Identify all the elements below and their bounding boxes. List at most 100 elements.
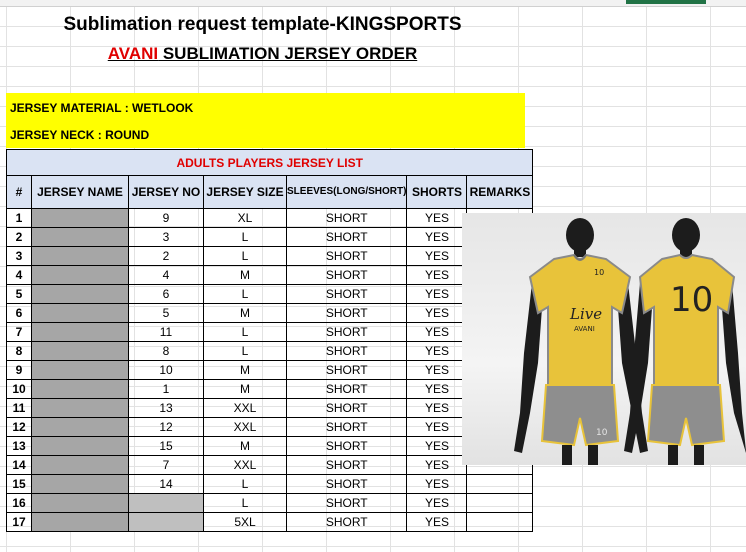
remarks-cell[interactable] <box>466 493 534 513</box>
col-header-jersey-name[interactable]: JERSEY NAME <box>31 175 129 209</box>
shorts-cell[interactable]: YES <box>406 322 468 342</box>
jersey-no-cell[interactable] <box>128 493 204 513</box>
sleeves-cell[interactable]: SHORT <box>285 417 408 437</box>
row-number-cell[interactable]: 17 <box>6 512 32 532</box>
jersey-no-cell[interactable]: 9 <box>128 208 204 228</box>
jersey-name-cell[interactable] <box>31 303 129 323</box>
jersey-no-cell[interactable]: 3 <box>128 227 204 247</box>
remarks-cell[interactable] <box>466 474 534 494</box>
jersey-size-cell[interactable]: XXL <box>203 417 287 437</box>
jersey-name-cell[interactable] <box>31 360 129 380</box>
jersey-size-cell[interactable]: L <box>203 493 287 513</box>
jersey-name-cell[interactable] <box>31 227 129 247</box>
sleeves-cell[interactable]: SHORT <box>285 227 408 247</box>
jersey-no-cell[interactable]: 5 <box>128 303 204 323</box>
col-header-jersey-size[interactable]: JERSEY SIZE <box>203 175 287 209</box>
shorts-cell[interactable]: YES <box>406 265 468 285</box>
row-number-cell[interactable]: 2 <box>6 227 32 247</box>
shorts-cell[interactable]: YES <box>406 246 468 266</box>
jersey-name-cell[interactable] <box>31 512 129 532</box>
row-number-cell[interactable]: 9 <box>6 360 32 380</box>
jersey-name-cell[interactable] <box>31 284 129 304</box>
col-header-number[interactable]: # <box>6 175 32 209</box>
jersey-name-cell[interactable] <box>31 341 129 361</box>
shorts-cell[interactable]: YES <box>406 474 468 494</box>
jersey-size-cell[interactable]: L <box>203 246 287 266</box>
jersey-size-cell[interactable]: L <box>203 322 287 342</box>
shorts-cell[interactable]: YES <box>406 379 468 399</box>
jersey-name-cell[interactable] <box>31 455 129 475</box>
col-header-shorts[interactable]: SHORTS <box>406 175 468 209</box>
shorts-cell[interactable]: YES <box>406 208 468 228</box>
sleeves-cell[interactable]: SHORT <box>285 512 408 532</box>
jersey-no-cell[interactable]: 7 <box>128 455 204 475</box>
jersey-size-cell[interactable]: M <box>203 360 287 380</box>
jersey-name-cell[interactable] <box>31 417 129 437</box>
jersey-no-cell[interactable] <box>128 512 204 532</box>
row-number-cell[interactable]: 1 <box>6 208 32 228</box>
jersey-name-cell[interactable] <box>31 208 129 228</box>
jersey-no-cell[interactable]: 13 <box>128 398 204 418</box>
shorts-cell[interactable]: YES <box>406 455 468 475</box>
row-number-cell[interactable]: 15 <box>6 474 32 494</box>
jersey-size-cell[interactable]: 5XL <box>203 512 287 532</box>
sleeves-cell[interactable]: SHORT <box>285 493 408 513</box>
jersey-name-cell[interactable] <box>31 265 129 285</box>
jersey-name-cell[interactable] <box>31 474 129 494</box>
shorts-cell[interactable]: YES <box>406 303 468 323</box>
shorts-cell[interactable]: YES <box>406 227 468 247</box>
shorts-cell[interactable]: YES <box>406 493 468 513</box>
jersey-no-cell[interactable]: 14 <box>128 474 204 494</box>
jersey-size-cell[interactable]: L <box>203 474 287 494</box>
jersey-size-cell[interactable]: L <box>203 341 287 361</box>
shorts-cell[interactable]: YES <box>406 398 468 418</box>
sleeves-cell[interactable]: SHORT <box>285 360 408 380</box>
jersey-name-cell[interactable] <box>31 493 129 513</box>
sleeves-cell[interactable]: SHORT <box>285 265 408 285</box>
jersey-size-cell[interactable]: M <box>203 379 287 399</box>
jersey-no-cell[interactable]: 2 <box>128 246 204 266</box>
jersey-name-cell[interactable] <box>31 398 129 418</box>
sleeves-cell[interactable]: SHORT <box>285 303 408 323</box>
row-number-cell[interactable]: 5 <box>6 284 32 304</box>
jersey-no-cell[interactable]: 4 <box>128 265 204 285</box>
jersey-no-cell[interactable]: 10 <box>128 360 204 380</box>
jersey-no-cell[interactable]: 12 <box>128 417 204 437</box>
shorts-cell[interactable]: YES <box>406 360 468 380</box>
sleeves-cell[interactable]: SHORT <box>285 379 408 399</box>
remarks-cell[interactable] <box>466 512 534 532</box>
row-number-cell[interactable]: 4 <box>6 265 32 285</box>
jersey-name-cell[interactable] <box>31 436 129 456</box>
sleeves-cell[interactable]: SHORT <box>285 436 408 456</box>
row-number-cell[interactable]: 11 <box>6 398 32 418</box>
jersey-size-cell[interactable]: XL <box>203 208 287 228</box>
row-number-cell[interactable]: 12 <box>6 417 32 437</box>
sleeves-cell[interactable]: SHORT <box>285 455 408 475</box>
jersey-no-cell[interactable]: 8 <box>128 341 204 361</box>
sleeves-cell[interactable]: SHORT <box>285 208 408 228</box>
sleeves-cell[interactable]: SHORT <box>285 322 408 342</box>
row-number-cell[interactable]: 7 <box>6 322 32 342</box>
jersey-name-cell[interactable] <box>31 379 129 399</box>
sleeves-cell[interactable]: SHORT <box>285 284 408 304</box>
shorts-cell[interactable]: YES <box>406 417 468 437</box>
row-number-cell[interactable]: 16 <box>6 493 32 513</box>
sleeves-cell[interactable]: SHORT <box>285 474 408 494</box>
jersey-no-cell[interactable]: 15 <box>128 436 204 456</box>
shorts-cell[interactable]: YES <box>406 284 468 304</box>
row-number-cell[interactable]: 3 <box>6 246 32 266</box>
col-header-remarks[interactable]: REMARKS <box>466 175 534 209</box>
jersey-size-cell[interactable]: M <box>203 436 287 456</box>
col-header-jersey-no[interactable]: JERSEY NO <box>128 175 204 209</box>
jersey-size-cell[interactable]: M <box>203 265 287 285</box>
jersey-size-cell[interactable]: XXL <box>203 455 287 475</box>
jersey-size-cell[interactable]: L <box>203 227 287 247</box>
jersey-no-cell[interactable]: 1 <box>128 379 204 399</box>
row-number-cell[interactable]: 14 <box>6 455 32 475</box>
shorts-cell[interactable]: YES <box>406 436 468 456</box>
jersey-size-cell[interactable]: L <box>203 284 287 304</box>
row-number-cell[interactable]: 6 <box>6 303 32 323</box>
row-number-cell[interactable]: 8 <box>6 341 32 361</box>
col-header-sleeves[interactable]: SLEEVES(LONG/SHORT) <box>285 175 408 209</box>
shorts-cell[interactable]: YES <box>406 341 468 361</box>
